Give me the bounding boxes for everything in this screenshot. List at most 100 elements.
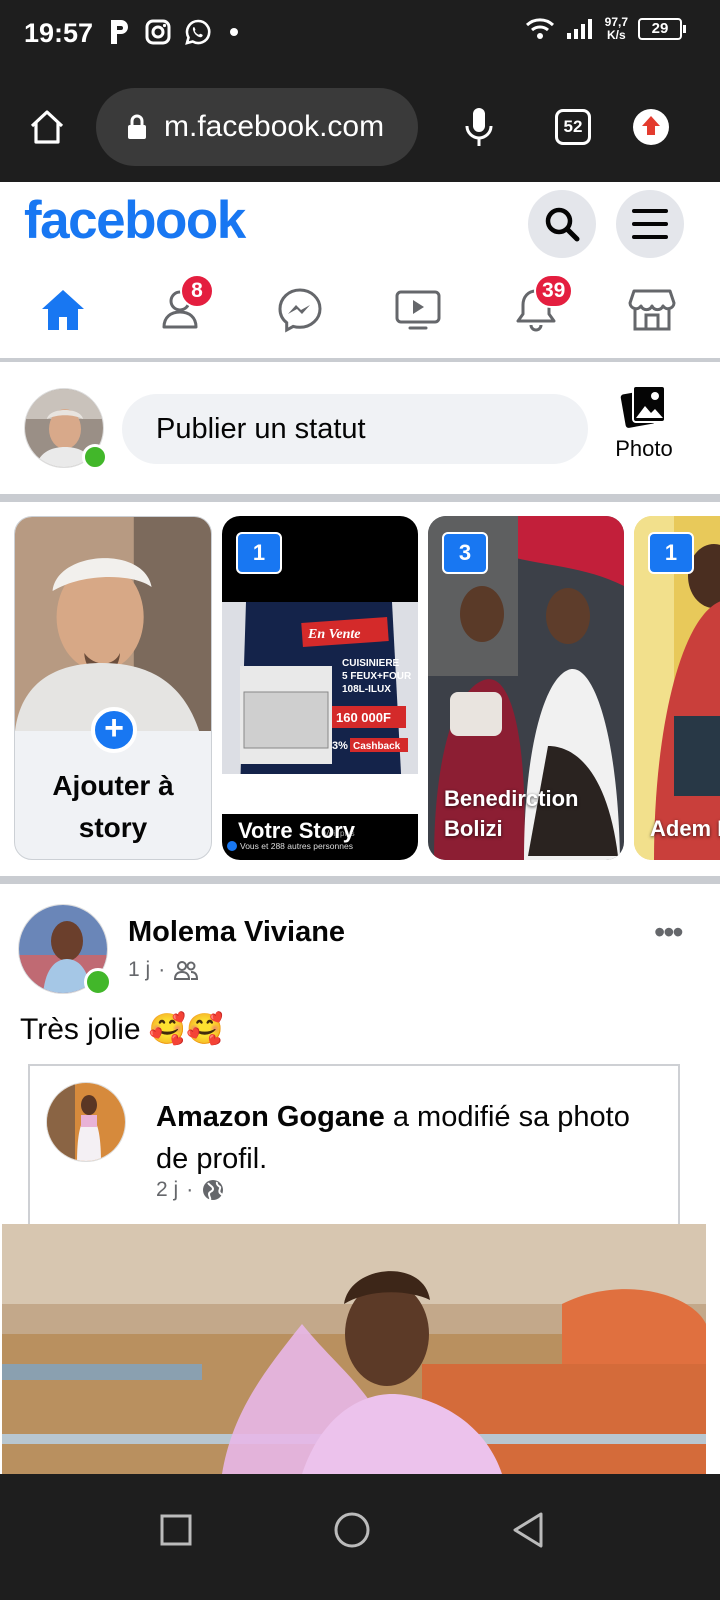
tab-watch[interactable] bbox=[388, 280, 448, 340]
system-indicators: 97,7 K/s 29 bbox=[525, 15, 686, 42]
back-button[interactable] bbox=[498, 1500, 558, 1560]
signal-icon bbox=[566, 19, 592, 39]
search-button[interactable] bbox=[528, 190, 596, 258]
back-triangle-icon bbox=[513, 1512, 543, 1548]
update-button[interactable] bbox=[626, 102, 676, 152]
tab-home[interactable] bbox=[33, 280, 93, 340]
my-profile-avatar[interactable] bbox=[24, 388, 108, 470]
story-card[interactable]: 1 Adem Nomb bbox=[634, 516, 720, 860]
photo-icon bbox=[620, 385, 666, 428]
tab-marketplace[interactable] bbox=[622, 280, 682, 340]
story-card[interactable]: 3 Benedirction Bolizi bbox=[428, 516, 624, 860]
post-author-name[interactable]: Molema Viviane bbox=[128, 916, 345, 949]
address-bar[interactable]: m.facebook.com bbox=[96, 88, 418, 166]
story-card[interactable]: En Vente CUISINIERE 5 FEUX+FOUR 108L-ILU… bbox=[222, 516, 418, 860]
notifications-badge: 39 bbox=[534, 274, 574, 308]
search-icon bbox=[545, 207, 580, 242]
post-text: Très jolie 🥰🥰 bbox=[20, 1013, 224, 1046]
tab-messenger[interactable] bbox=[270, 280, 330, 340]
photo-button[interactable]: Photo bbox=[604, 384, 684, 462]
more-notifications-dot bbox=[230, 28, 238, 36]
feed-post: Molema Viviane 1 j · ••• Très jolie 🥰🥰 A… bbox=[0, 886, 720, 1474]
story-count-badge: 1 bbox=[236, 532, 282, 574]
tab-friends[interactable]: 8 bbox=[152, 274, 214, 340]
post-more-options-icon[interactable]: ••• bbox=[654, 914, 684, 951]
notification-icons bbox=[108, 18, 238, 46]
photo-label: Photo bbox=[615, 436, 673, 461]
video-icon bbox=[395, 290, 441, 330]
status-composer: Publier un statut Photo bbox=[0, 362, 720, 494]
messenger-icon bbox=[278, 288, 322, 333]
browser-toolbar: m.facebook.com 52 bbox=[0, 72, 720, 182]
tab-switcher-button[interactable]: 52 bbox=[548, 102, 598, 152]
tab-notifications[interactable]: 39 bbox=[506, 274, 574, 340]
svg-text:108L-ILUX: 108L-ILUX bbox=[342, 684, 391, 695]
facebook-logo[interactable]: facebook bbox=[24, 190, 246, 251]
lock-icon bbox=[128, 114, 146, 139]
meta-separator: · bbox=[186, 1178, 194, 1201]
status-bar: 19:57 97,7 K/s 29 bbox=[0, 0, 720, 72]
add-story-plus-icon: + bbox=[91, 707, 137, 753]
shared-author-avatar[interactable] bbox=[46, 1082, 126, 1162]
post-photo-image bbox=[2, 1224, 706, 1474]
create-story-photo bbox=[15, 517, 211, 731]
divider bbox=[0, 876, 720, 884]
ad-en-vente: En Vente bbox=[307, 627, 361, 642]
story-count-badge: 1 bbox=[648, 532, 694, 574]
post-photo[interactable] bbox=[2, 1224, 706, 1474]
friends-badge: 8 bbox=[180, 274, 214, 308]
friends-audience-icon bbox=[174, 961, 199, 980]
update-arrow-icon bbox=[633, 109, 669, 145]
whatsapp-icon bbox=[185, 19, 211, 45]
story-name: Benedirction Bolizi bbox=[444, 786, 579, 841]
shared-author-name[interactable]: Amazon Gogane bbox=[156, 1101, 385, 1133]
home-filled-icon bbox=[42, 290, 84, 330]
create-story-card[interactable]: + Ajouter à story bbox=[14, 516, 212, 860]
stories-tray: + Ajouter à story En Vente CUISINIERE 5 … bbox=[0, 504, 720, 874]
instagram-icon bbox=[145, 19, 171, 45]
home-system-button[interactable] bbox=[322, 1500, 382, 1560]
online-indicator bbox=[82, 444, 108, 470]
recents-button[interactable] bbox=[146, 1500, 206, 1560]
divider bbox=[0, 494, 720, 502]
meta-separator: · bbox=[158, 958, 166, 981]
tab-count: 52 bbox=[555, 109, 591, 145]
story-name: Adem Nomb bbox=[650, 816, 720, 841]
ad-cashback: Cashback bbox=[353, 741, 401, 752]
wifi-icon bbox=[525, 18, 554, 39]
shared-content[interactable]: Amazon Gogane a modifié sa photo de prof… bbox=[28, 1064, 680, 1224]
shared-meta: 2 j · bbox=[156, 1178, 225, 1202]
post-meta: 1 j · bbox=[128, 958, 199, 982]
circle-icon bbox=[334, 1512, 370, 1548]
system-navigation-bar bbox=[0, 1474, 720, 1600]
story-count-badge: 3 bbox=[442, 532, 488, 574]
ad-price: 160 000F bbox=[336, 710, 391, 725]
facebook-tab-bar: 8 39 bbox=[0, 270, 720, 356]
marketplace-icon bbox=[628, 289, 676, 331]
avatar bbox=[46, 1082, 126, 1162]
ad-product: CUISINIERE bbox=[342, 658, 400, 669]
menu-button[interactable] bbox=[616, 190, 684, 258]
home-button[interactable] bbox=[22, 102, 72, 152]
globe-icon bbox=[203, 1180, 224, 1201]
post-author-avatar[interactable] bbox=[18, 904, 112, 996]
shared-time[interactable]: 2 j bbox=[156, 1178, 178, 1202]
microphone-icon bbox=[465, 108, 493, 146]
voice-search-button[interactable] bbox=[454, 102, 504, 152]
url-text: m.facebook.com bbox=[164, 110, 385, 143]
network-speed: 97,7 K/s bbox=[604, 15, 628, 42]
ad-cashback-pct: 3% bbox=[332, 740, 348, 752]
create-story-label: Ajouter à story bbox=[52, 770, 174, 843]
p-app-icon bbox=[111, 20, 128, 44]
status-input[interactable]: Publier un statut bbox=[122, 394, 588, 464]
post-time[interactable]: 1 j bbox=[128, 958, 150, 982]
shared-story-text: Amazon Gogane a modifié sa photo de prof… bbox=[156, 1096, 656, 1180]
clock: 19:57 bbox=[24, 18, 94, 48]
battery-icon: 29 bbox=[638, 18, 686, 40]
facebook-header: facebook bbox=[0, 182, 720, 262]
home-icon bbox=[30, 110, 64, 144]
online-indicator bbox=[84, 968, 112, 996]
hamburger-menu-icon bbox=[632, 209, 668, 239]
svg-text:5 FEUX+FOUR: 5 FEUX+FOUR bbox=[342, 671, 412, 682]
story-name: Votre Story bbox=[238, 818, 355, 843]
